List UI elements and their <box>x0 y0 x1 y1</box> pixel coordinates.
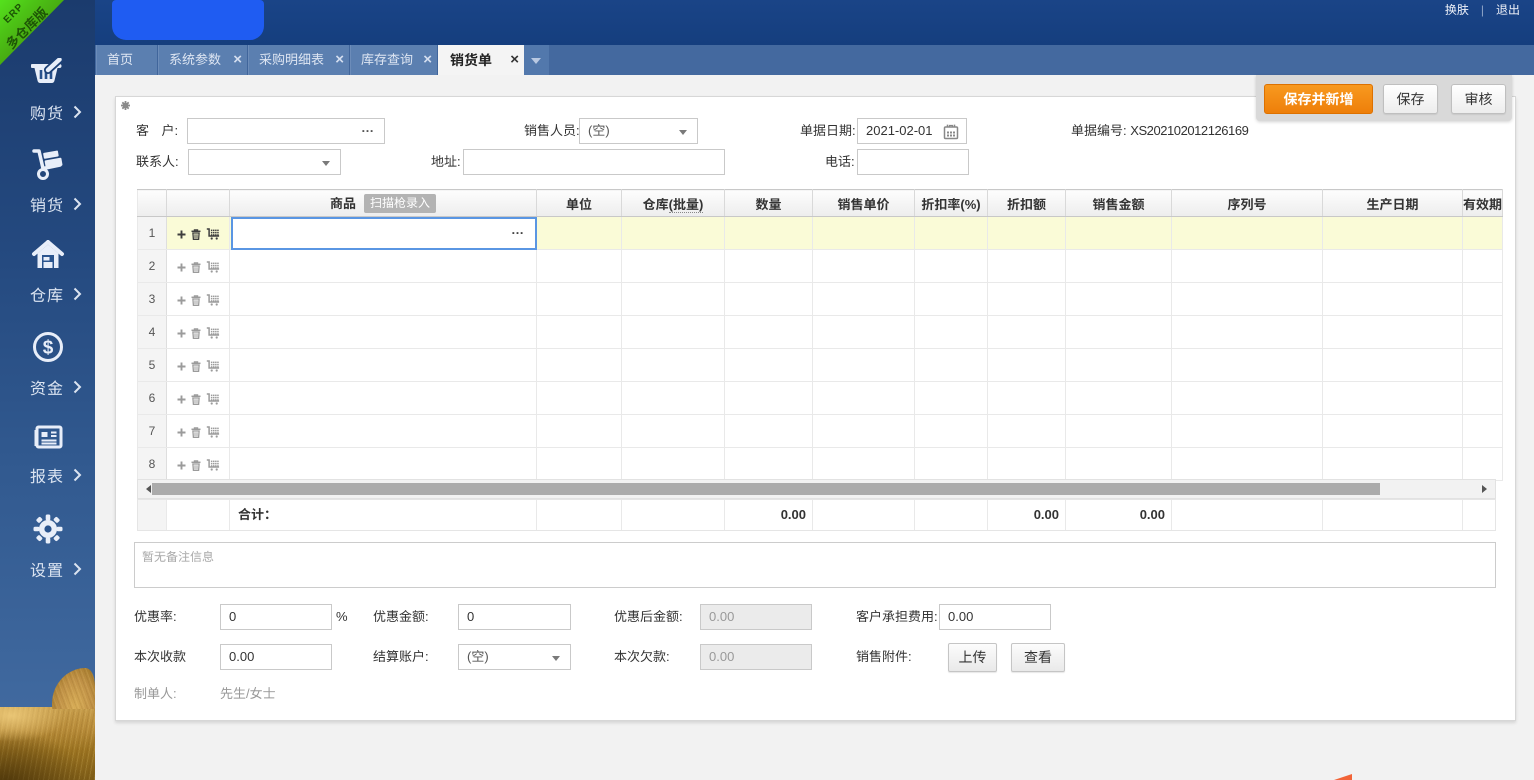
svg-text:$: $ <box>42 338 53 359</box>
